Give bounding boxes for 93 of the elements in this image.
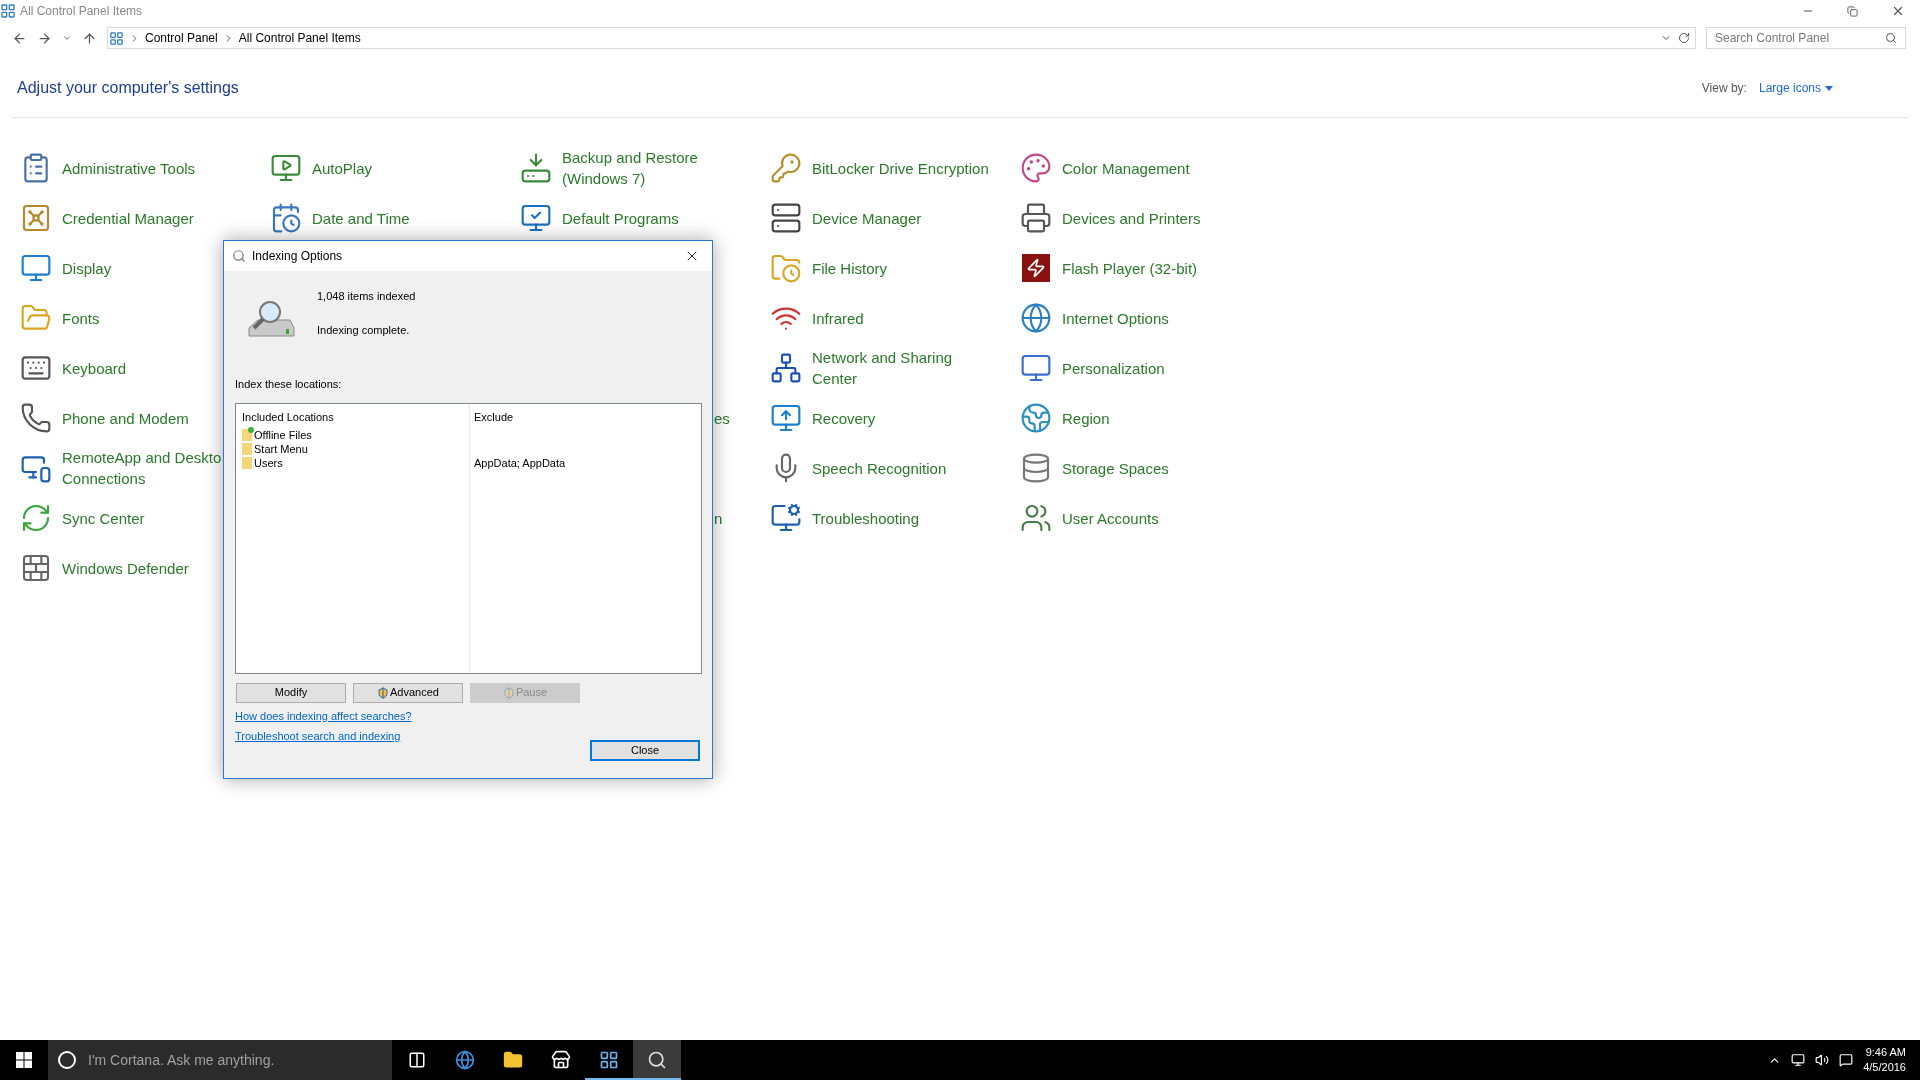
control-panel-link[interactable]: Date and Time (312, 207, 497, 229)
search-icon (1885, 32, 1897, 44)
palette-icon (1020, 152, 1052, 184)
globe-icon (1020, 302, 1052, 334)
computer-icon (770, 202, 802, 234)
search-field[interactable]: Search Control Panel (1706, 27, 1906, 49)
control-panel-link[interactable]: AutoPlay (312, 157, 497, 179)
phone-icon (20, 402, 52, 434)
control-panel-link[interactable]: File History (812, 257, 997, 279)
column-header: Exclude (474, 409, 515, 425)
view-by-dropdown[interactable]: Large icons (1758, 79, 1833, 97)
control-panel-link[interactable]: Default Programs (562, 207, 747, 229)
help-link[interactable]: Troubleshoot search and indexing (235, 728, 401, 745)
flash-icon (1022, 254, 1050, 282)
breadcrumb[interactable]: Control Panel (145, 29, 218, 47)
control-panel-link[interactable]: Flash Player (32-bit) (1062, 257, 1247, 279)
globe-icon (455, 1050, 475, 1070)
task-view-icon (408, 1051, 426, 1069)
network-icon (770, 352, 802, 384)
search-icon (647, 1050, 667, 1070)
help-link[interactable]: How does indexing affect searches? (235, 707, 412, 724)
users-icon (1020, 502, 1052, 534)
items-indexed-count: 1,048 items indexed (317, 289, 416, 304)
key-icon (770, 152, 802, 184)
locations-label: Index these locations: (235, 377, 343, 392)
column-header: Included Locations (242, 409, 335, 425)
indexing-status: Indexing complete. (317, 322, 411, 338)
control-panel-link[interactable]: Infrared (812, 307, 997, 329)
storage-stack-icon (1020, 452, 1052, 484)
control-panel-link[interactable]: User Accounts (1062, 507, 1247, 529)
dialog-button[interactable]: Modify (236, 682, 346, 703)
cortana-search-field[interactable]: I'm Cortana. Ask me anything. (48, 1040, 392, 1080)
refresh-icon[interactable] (1678, 32, 1690, 44)
window-title: All Control Panel Items (20, 3, 143, 20)
control-panel-link[interactable]: Speech Recognition (812, 457, 997, 479)
monitor-check-icon (520, 202, 552, 234)
control-panel-link[interactable]: Credential Manager (62, 207, 247, 229)
taskbar-button[interactable] (633, 1040, 681, 1080)
forward-icon[interactable] (37, 30, 52, 46)
control-panel-link[interactable]: Backup and Restore (Windows 7) (562, 147, 747, 189)
exclude-value: AppData; AppData (474, 455, 566, 471)
windows-logo-icon (16, 1052, 32, 1068)
monitor-icon (770, 402, 802, 434)
control-panel-icon (599, 1050, 619, 1070)
monitor-icon (20, 252, 52, 284)
dialog-button[interactable]: Advanced (353, 682, 463, 703)
control-panel-link[interactable]: Storage Spaces (1062, 457, 1247, 479)
control-panel-icon (109, 30, 124, 46)
drive-icon (520, 152, 552, 184)
recent-dropdown-icon[interactable] (62, 33, 72, 43)
control-panel-link[interactable]: Internet Options (1062, 307, 1247, 329)
control-panel-icon (0, 3, 16, 19)
printer-icon (1020, 202, 1052, 234)
breadcrumb[interactable]: All Control Panel Items (238, 29, 361, 47)
page-heading: Adjust your computer's settings (17, 78, 239, 98)
control-panel-link[interactable]: Region (1062, 407, 1247, 429)
monitor-play-icon (270, 152, 302, 184)
covered-link-text[interactable]: es (714, 408, 730, 429)
back-icon[interactable] (12, 30, 27, 46)
control-panel-link[interactable]: Color Management (1062, 157, 1247, 179)
control-panel-link[interactable]: Device Manager (812, 207, 997, 229)
control-panel-link[interactable]: BitLocker Drive Encryption (812, 157, 997, 179)
monitor-icon (770, 502, 802, 534)
calendar-clock-icon (270, 202, 302, 234)
folder-clock-icon (770, 252, 802, 284)
sync-icon (20, 502, 52, 534)
safe-icon (20, 202, 52, 234)
store-icon (551, 1050, 571, 1070)
control-panel-link[interactable]: Administrative Tools (62, 157, 247, 179)
caret-icon (1825, 85, 1833, 91)
search-icon (232, 249, 246, 263)
network-icon[interactable] (1791, 1053, 1806, 1067)
volume-icon[interactable] (1815, 1053, 1830, 1067)
cortana-icon (58, 1051, 76, 1069)
covered-link-text[interactable]: n (714, 508, 723, 529)
control-panel-link[interactable]: Devices and Printers (1062, 207, 1247, 229)
notification-icon[interactable] (1839, 1053, 1854, 1067)
dialog-title: Indexing Options (252, 248, 343, 265)
close-dialog-button[interactable]: Close (590, 739, 700, 761)
clock[interactable]: 9:46 AM 4/5/2016 (1863, 1045, 1906, 1075)
folder-icon (503, 1050, 523, 1070)
up-icon[interactable] (82, 30, 97, 46)
brick-wall-icon (20, 552, 52, 584)
control-panel-link[interactable]: Network and Sharing Center (812, 347, 997, 389)
control-panel-link[interactable]: Troubleshooting (812, 507, 997, 529)
address-bar[interactable]: Control Panel All Control Panel Items (107, 27, 1696, 49)
control-panel-link[interactable]: Recovery (812, 407, 997, 429)
restore-icon (1847, 5, 1858, 17)
globe-icon (1020, 402, 1052, 434)
monitor-icon (1020, 352, 1052, 384)
view-by-label: View by: (1701, 80, 1747, 97)
control-panel-link[interactable]: RemoteApp and Deskto Connections (62, 447, 222, 489)
control-panel-link[interactable]: Personalization (1062, 357, 1247, 379)
